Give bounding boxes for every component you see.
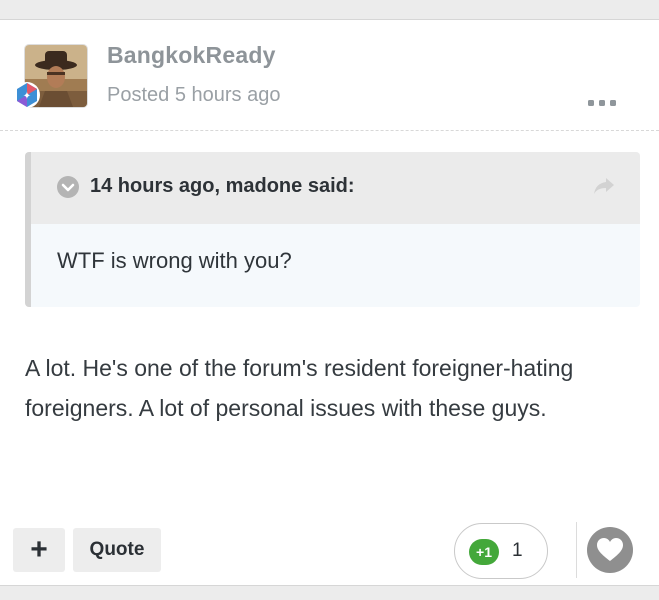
author-avatar-wrap[interactable]: ✦ [14,45,87,108]
footer-divider [576,522,577,578]
quote-citation: 14 hours ago, madone said: [90,175,355,197]
reaction-summary[interactable]: +1 1 [454,523,548,579]
chevron-down-circle-icon[interactable] [57,176,79,198]
reaction-count: 1 [512,540,523,561]
multiquote-button[interactable]: + [13,528,65,572]
quote-block: 14 hours ago, madone said: WTF is wrong … [25,152,640,307]
quote-text: WTF is wrong with you? [57,248,292,273]
quote-button[interactable]: Quote [73,528,161,572]
post-card: ✦ BangkokReady Posted 5 hours ago 14 hou… [0,19,659,586]
share-arrow-icon[interactable] [592,176,616,196]
plus-one-reaction-icon: +1 [469,539,499,565]
ellipsis-icon[interactable] [588,98,616,108]
author-name[interactable]: BangkokReady [107,42,276,69]
quote-header: 14 hours ago, madone said: [31,152,640,224]
rank-badge-icon: ✦ [14,82,40,108]
svg-text:✦: ✦ [23,91,31,102]
heart-icon[interactable] [587,527,633,573]
header-divider [0,130,659,131]
post-timestamp[interactable]: Posted 5 hours ago [107,84,280,107]
post-body: A lot. He's one of the forum's resident … [25,355,574,421]
